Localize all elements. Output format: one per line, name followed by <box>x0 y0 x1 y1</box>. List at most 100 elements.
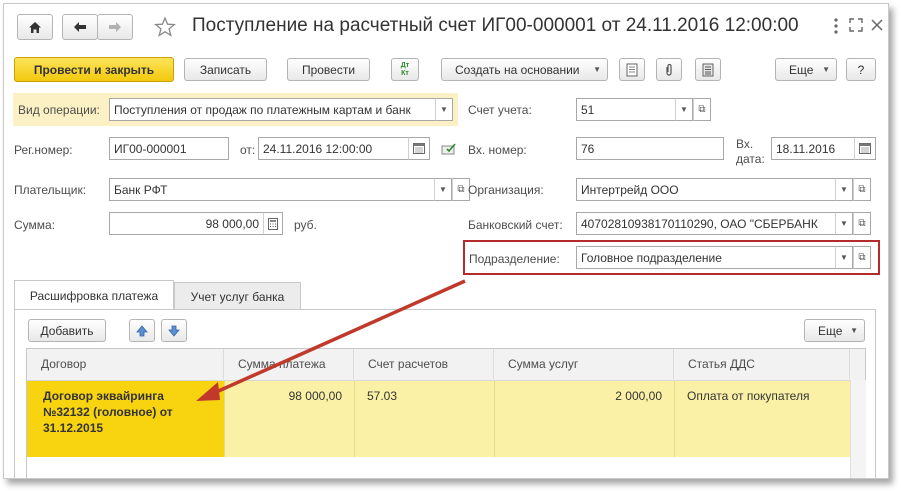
more-button-label: Еще <box>789 62 814 77</box>
dt-kt-icon: Дт Кт <box>400 61 410 77</box>
close-button[interactable] <box>870 18 884 32</box>
table-row[interactable]: Договор эквайринга №32132 (головное) от … <box>27 381 850 457</box>
open-link-icon: ⧉ <box>858 218 866 229</box>
attach-button[interactable] <box>656 58 682 81</box>
chevron-down-icon: ▼ <box>680 105 688 114</box>
column-header-settlement-account[interactable]: Счет расчетов <box>354 349 494 379</box>
open-link-icon: ⧉ <box>698 104 706 115</box>
organization-field[interactable]: Интертрейд ООО <box>576 178 836 201</box>
amount-calculator-button[interactable] <box>263 212 283 235</box>
payer-label: Плательщик: <box>14 183 87 197</box>
column-header-contract[interactable]: Договор <box>27 349 224 379</box>
tab-payment-breakdown-label: Расшифровка платежа <box>29 288 159 303</box>
reg-number-field[interactable]: ИГ00-000001 <box>109 137 229 160</box>
operation-type-label: Вид операции: <box>18 103 100 117</box>
more-button[interactable]: Еще ▼ <box>775 58 837 81</box>
home-button[interactable] <box>17 14 53 40</box>
organization-label: Организация: <box>468 183 544 197</box>
calculator-icon <box>268 217 278 230</box>
payment-table: Договор Сумма платежа Счет расчетов Сумм… <box>26 348 866 478</box>
incoming-date-field[interactable]: 18.11.2016 <box>771 137 855 160</box>
payer-dropdown[interactable]: ▼ <box>434 178 452 201</box>
table-scrollbar[interactable] <box>850 380 866 478</box>
column-header-cash-flow-item[interactable]: Статья ДДС <box>674 349 850 379</box>
page-title: Поступление на расчетный счет ИГ00-00000… <box>192 15 799 36</box>
currency-label: руб. <box>294 218 317 232</box>
document-check-icon[interactable] <box>441 142 457 156</box>
star-icon <box>154 16 176 37</box>
dt-kt-button[interactable]: Дт Кт <box>391 58 419 81</box>
incoming-number-field[interactable]: 76 <box>576 137 724 160</box>
bank-account-field[interactable]: 40702810938170110290, ОАО "СБЕРБАНК <box>576 212 836 235</box>
open-link-icon: ⧉ <box>457 184 465 195</box>
bank-account-open-button[interactable]: ⧉ <box>853 212 871 235</box>
cell-service-amount[interactable]: 2 000,00 <box>494 381 674 457</box>
arrow-down-icon <box>168 325 180 337</box>
amount-label: Сумма: <box>14 218 56 232</box>
paperclip-icon <box>666 63 672 76</box>
cell-cash-flow-item[interactable]: Оплата от покупателя <box>674 381 850 457</box>
chevron-down-icon: ▼ <box>840 185 848 194</box>
favorite-button[interactable] <box>152 14 178 40</box>
post-and-close-button[interactable]: Провести и закрыть <box>14 57 174 82</box>
payer-field[interactable]: Банк РФТ <box>109 178 435 201</box>
tab-bank-services[interactable]: Учет услуг банка <box>174 282 301 310</box>
back-button[interactable] <box>62 14 98 40</box>
document-window: Поступление на расчетный счет ИГ00-00000… <box>3 3 889 479</box>
calendar-icon <box>859 143 871 154</box>
operation-type-field[interactable]: Поступления от продаж по платежным карта… <box>109 98 436 121</box>
tab-bank-services-label: Учет услуг банка <box>190 289 285 304</box>
incoming-number-label: Вх. номер: <box>468 143 527 157</box>
column-header-service-amount[interactable]: Сумма услуг <box>494 349 674 379</box>
table-header: Договор Сумма платежа Счет расчетов Сумм… <box>27 349 865 381</box>
arrow-left-icon <box>74 22 86 32</box>
arrow-right-icon <box>109 22 121 32</box>
kebab-menu-icon <box>834 18 838 34</box>
tab-payment-breakdown[interactable]: Расшифровка платежа <box>14 280 174 310</box>
incoming-date-label-top: Вх. <box>736 137 754 151</box>
from-date-field[interactable]: 24.11.2016 12:00:00 <box>258 137 409 160</box>
chevron-down-icon: ▼ <box>593 65 601 74</box>
expand-icon <box>849 18 863 32</box>
home-icon <box>29 21 41 33</box>
move-up-button[interactable] <box>129 319 155 342</box>
table-more-button[interactable]: Еще ▼ <box>804 319 865 342</box>
chevron-down-icon: ▼ <box>439 185 447 194</box>
document-icon <box>626 63 638 76</box>
move-down-button[interactable] <box>161 319 187 342</box>
help-button[interactable]: ? <box>846 58 876 81</box>
cell-payment-amount[interactable]: 98 000,00 <box>224 381 354 457</box>
account-label: Счет учета: <box>468 103 532 117</box>
account-field[interactable]: 51 <box>576 98 676 121</box>
list-report-icon <box>702 63 714 76</box>
operation-type-dropdown[interactable]: ▼ <box>435 98 453 121</box>
post-button[interactable]: Провести <box>287 58 370 81</box>
chevron-down-icon: ▼ <box>840 219 848 228</box>
add-row-button[interactable]: Добавить <box>28 319 106 342</box>
print-button[interactable] <box>619 58 645 81</box>
create-based-on-button[interactable]: Создать на основании ▼ <box>441 58 608 81</box>
organization-open-button[interactable]: ⧉ <box>853 178 871 201</box>
chevron-down-icon: ▼ <box>850 326 858 335</box>
cell-contract[interactable]: Договор эквайринга №32132 (головное) от … <box>27 381 224 457</box>
reg-number-label: Рег.номер: <box>14 143 73 157</box>
cell-settlement-account[interactable]: 57.03 <box>354 381 494 457</box>
account-open-button[interactable]: ⧉ <box>693 98 711 121</box>
column-header-payment-amount[interactable]: Сумма платежа <box>224 349 354 379</box>
bank-account-label: Банковский счет: <box>468 218 563 232</box>
forward-button[interactable] <box>97 14 133 40</box>
more-actions-button[interactable] <box>830 16 842 36</box>
close-icon <box>871 19 883 31</box>
organization-dropdown[interactable]: ▼ <box>835 178 853 201</box>
amount-field[interactable]: 98 000,00 <box>109 212 264 235</box>
from-label: от: <box>240 143 256 157</box>
bank-account-dropdown[interactable]: ▼ <box>835 212 853 235</box>
from-date-calendar[interactable] <box>408 137 430 160</box>
calendar-icon <box>413 143 425 154</box>
report-button[interactable] <box>695 58 721 81</box>
department-highlight-box <box>463 240 880 275</box>
maximize-button[interactable] <box>849 18 863 32</box>
save-button[interactable]: Записать <box>184 58 267 81</box>
incoming-date-calendar[interactable] <box>854 137 876 160</box>
account-dropdown[interactable]: ▼ <box>675 98 693 121</box>
